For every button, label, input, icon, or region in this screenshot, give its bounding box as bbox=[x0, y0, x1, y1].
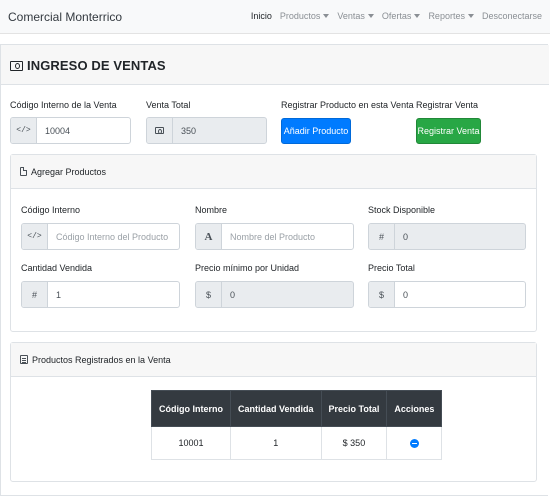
code-icon: </> bbox=[22, 224, 48, 249]
sale-code-input-group[interactable]: </> 10004 bbox=[10, 117, 131, 144]
quantity-input[interactable]: 1 bbox=[48, 282, 179, 307]
code-icon: </> bbox=[11, 118, 37, 143]
min-price-input-group: $ 0 bbox=[195, 281, 354, 308]
product-code-input[interactable]: Código Interno del Producto bbox=[48, 224, 179, 249]
nav-item-productos[interactable]: Productos bbox=[280, 11, 330, 21]
page-title: INGRESO DE VENTAS bbox=[10, 58, 166, 73]
product-name-input-group[interactable]: A Nombre del Producto bbox=[195, 223, 354, 250]
cell-quantity: 1 bbox=[230, 426, 322, 460]
register-product-label: Registrar Producto en esta Venta bbox=[281, 100, 414, 110]
column-header: Código Interno bbox=[151, 390, 231, 427]
stock-label: Stock Disponible bbox=[368, 205, 436, 215]
remove-circle-icon[interactable] bbox=[409, 439, 419, 449]
quantity-input-group[interactable]: # 1 bbox=[21, 281, 180, 308]
stock-field: 0 bbox=[403, 231, 409, 242]
money-bill-icon bbox=[10, 60, 23, 71]
dollar-icon: $ bbox=[369, 282, 395, 307]
caret-down-icon bbox=[467, 14, 474, 18]
column-header: Cantidad Vendida bbox=[230, 390, 322, 427]
add-products-card: Agregar Productos Código Interno </> Cód… bbox=[10, 154, 537, 332]
registered-products-table: Código Interno Cantidad Vendida Precio T… bbox=[151, 390, 443, 460]
nav-item-desconectarse[interactable]: Desconectarse bbox=[482, 11, 542, 21]
brand-name[interactable]: Comercial Monterrico bbox=[8, 10, 122, 24]
total-price-label: Precio Total bbox=[368, 263, 415, 273]
product-name-label: Nombre bbox=[195, 205, 228, 215]
column-header: Acciones bbox=[386, 390, 443, 427]
quantity-label: Cantidad Vendida bbox=[21, 263, 93, 273]
sale-total-input-group: 350 bbox=[146, 117, 267, 144]
add-product-button[interactable]: Añadir Producto bbox=[281, 118, 351, 144]
cell-actions bbox=[386, 426, 443, 460]
sale-code-label: Código Interno de la Venta bbox=[10, 100, 117, 110]
caret-down-icon bbox=[414, 14, 421, 18]
font-icon: A bbox=[196, 224, 222, 249]
product-code-label: Código Interno bbox=[21, 205, 81, 215]
sale-total-field: 350 bbox=[181, 125, 197, 136]
cell-total: $ 350 bbox=[320, 426, 388, 460]
product-code-input-group[interactable]: </> Código Interno del Producto bbox=[21, 223, 180, 250]
registered-products-card: Productos Registrados en la Venta Código… bbox=[10, 342, 537, 482]
dollar-icon: $ bbox=[196, 282, 222, 307]
hash-icon: # bbox=[369, 224, 395, 249]
sale-total-label: Venta Total bbox=[146, 100, 191, 110]
registered-products-header: Productos Registrados en la Venta bbox=[11, 343, 536, 377]
sales-page: INGRESO DE VENTAS Código Interno de la V… bbox=[0, 44, 549, 496]
nav-item-ofertas[interactable]: Ofertas bbox=[382, 11, 421, 21]
nav-item-ventas[interactable]: Ventas bbox=[337, 11, 374, 21]
table-row: 10001 1 $ 350 bbox=[151, 426, 443, 460]
add-products-header: Agregar Productos bbox=[11, 155, 536, 189]
nav-menu: Inicio Productos Ventas Ofertas Reportes… bbox=[251, 11, 542, 21]
register-sale-label: Registrar Venta bbox=[416, 100, 479, 110]
caret-down-icon bbox=[323, 14, 330, 18]
cell-code: 10001 bbox=[151, 426, 231, 460]
nav-item-inicio[interactable]: Inicio bbox=[251, 11, 272, 21]
top-navbar: Comercial Monterrico Inicio Productos Ve… bbox=[0, 0, 550, 34]
min-price-field: 0 bbox=[230, 289, 236, 300]
page-header: INGRESO DE VENTAS bbox=[1, 45, 549, 85]
file-icon bbox=[20, 167, 27, 176]
product-name-input[interactable]: Nombre del Producto bbox=[222, 224, 353, 249]
hash-icon: # bbox=[22, 282, 48, 307]
column-header: Precio Total bbox=[320, 390, 388, 427]
nav-item-reportes[interactable]: Reportes bbox=[428, 11, 474, 21]
table-header-row: Código Interno Cantidad Vendida Precio T… bbox=[151, 390, 443, 427]
register-sale-button[interactable]: Registrar Venta bbox=[416, 118, 481, 144]
sale-code-field[interactable]: 10004 bbox=[37, 118, 130, 143]
file-text-icon bbox=[20, 355, 28, 364]
total-price-input-group[interactable]: $ 0 bbox=[368, 281, 526, 308]
caret-down-icon bbox=[367, 14, 374, 18]
min-price-label: Precio mínimo por Unidad bbox=[195, 263, 300, 273]
stock-input-group: # 0 bbox=[368, 223, 526, 250]
total-price-input[interactable]: 0 bbox=[395, 282, 525, 307]
money-bill-icon bbox=[147, 118, 173, 143]
